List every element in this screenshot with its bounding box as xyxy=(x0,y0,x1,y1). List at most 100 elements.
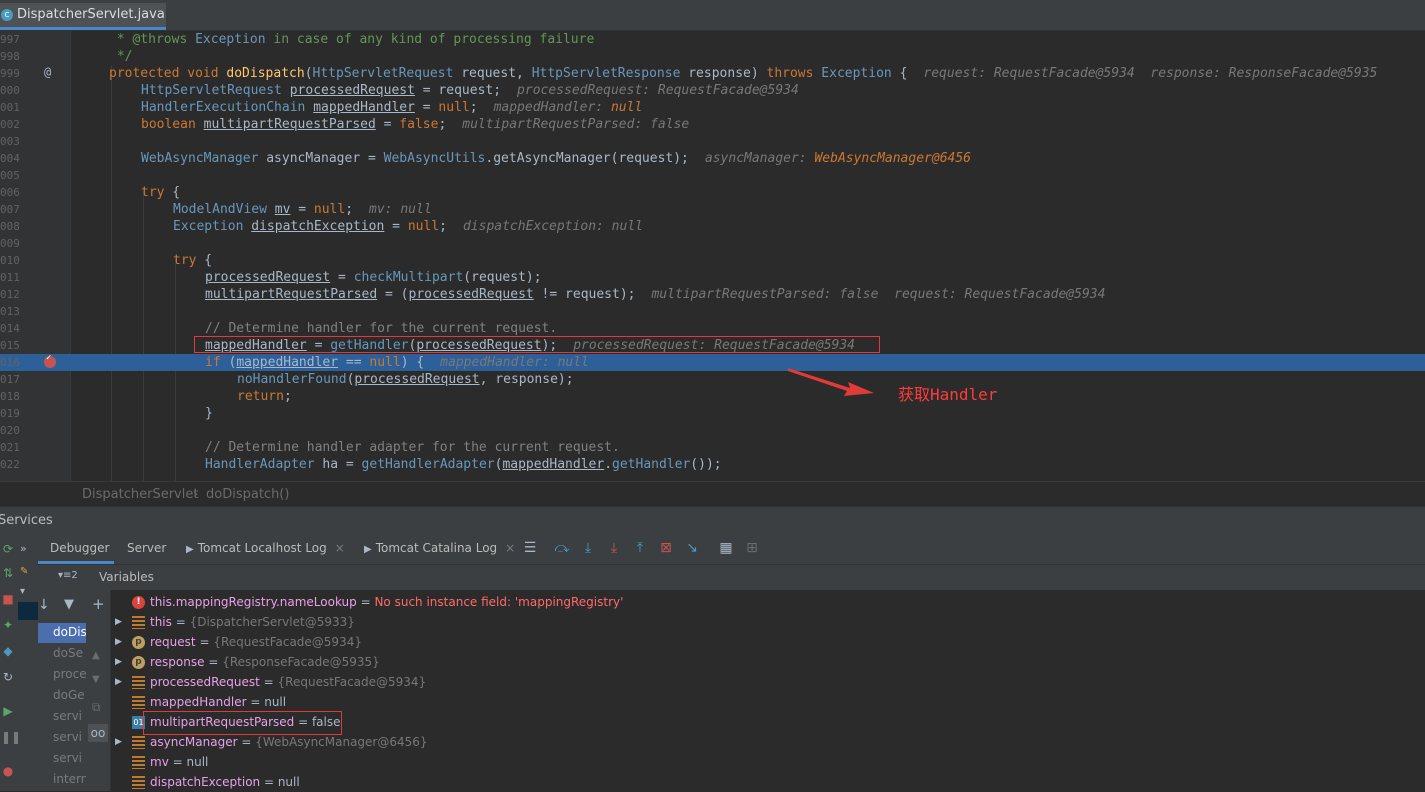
variable-row[interactable]: mappedHandler = null xyxy=(111,692,1425,712)
breadcrumb-class[interactable]: DispatcherServlet xyxy=(82,487,198,502)
line-number[interactable]: 002 xyxy=(0,116,24,133)
line-number[interactable]: 999 xyxy=(0,65,24,82)
filter-icon[interactable]: ▼ xyxy=(64,597,74,612)
pause-icon[interactable]: ❚❚ xyxy=(1,730,21,744)
step-into-icon[interactable]: ⤓ xyxy=(580,540,596,556)
code-line[interactable]: 011 processedRequest = checkMultipart(req… xyxy=(0,269,1425,286)
line-number[interactable]: 016 xyxy=(0,354,24,371)
drop-frame-icon[interactable]: ⊠ xyxy=(658,540,674,556)
variable-row[interactable]: ▶ p request = {RequestFacade@5934} xyxy=(111,632,1425,652)
tree-node-icon[interactable]: ▾ xyxy=(20,586,25,597)
update-icon[interactable]: ⇅ xyxy=(1,566,15,580)
code-line[interactable]: 005 xyxy=(0,167,1425,184)
deploy-icon[interactable]: ◆ xyxy=(1,644,15,658)
add-watch-icon[interactable]: + xyxy=(92,595,105,613)
threads-dropdown[interactable]: ▾≡2 xyxy=(58,570,78,581)
evaluate-expression-icon[interactable]: ▦ xyxy=(718,540,734,556)
variables-list[interactable]: ! this.mappingRegistry.nameLookup = No su… xyxy=(111,590,1425,791)
code-line[interactable]: 014 // Determine handler for the current … xyxy=(0,320,1425,337)
copy-icon[interactable]: ⧉ xyxy=(92,700,101,715)
variable-row[interactable]: ▶ processedRequest = {RequestFacade@5934} xyxy=(111,672,1425,692)
line-number[interactable]: 018 xyxy=(0,388,24,405)
code-line[interactable]: 020 xyxy=(0,422,1425,439)
code-line[interactable]: 004 WebAsyncManager asyncManager = WebAsy… xyxy=(0,150,1425,167)
code-line[interactable]: 999 protected void doDispatch(HttpServlet… xyxy=(0,65,1425,82)
code-line[interactable]: 002 boolean multipartRequestParsed = fals… xyxy=(0,116,1425,133)
line-number[interactable]: 011 xyxy=(0,269,24,286)
line-number[interactable]: 022 xyxy=(0,456,24,473)
line-number[interactable]: 005 xyxy=(0,167,24,184)
code-line[interactable]: 012 multipartRequestParsed = (processedRe… xyxy=(0,286,1425,303)
debug-icon[interactable]: ✦ xyxy=(1,618,15,632)
run-to-cursor-icon[interactable]: ↘ xyxy=(684,540,700,556)
trace-icon[interactable]: ⊞ xyxy=(744,540,760,556)
close-icon[interactable]: × xyxy=(335,541,345,555)
variable-row[interactable]: ▶ asyncManager = {WebAsyncManager@6456} xyxy=(111,732,1425,752)
stack-frame[interactable]: servi xyxy=(38,728,86,748)
variable-row[interactable]: ▶ p response = {ResponseFacade@5935} xyxy=(111,652,1425,672)
view-breakpoints-icon[interactable]: ● xyxy=(1,764,15,778)
line-number[interactable]: 014 xyxy=(0,320,24,337)
expand-arrow-icon[interactable]: ▶ xyxy=(115,732,122,752)
code-line[interactable]: 016 if (mappedHandler == null) {mappedHan… xyxy=(0,354,1425,371)
line-number[interactable]: 006 xyxy=(0,184,24,201)
stack-frame[interactable]: proce xyxy=(38,665,86,685)
code-line[interactable]: 022 HandlerAdapter ha = getHandlerAdapter… xyxy=(0,456,1425,473)
override-marker-icon[interactable]: @ xyxy=(44,65,51,79)
code-line[interactable]: 998 */ xyxy=(0,48,1425,65)
rerun-icon[interactable]: ⟳ xyxy=(1,542,15,556)
breadcrumb-method[interactable]: doDispatch() xyxy=(206,487,289,502)
line-number[interactable]: 004 xyxy=(0,150,24,167)
show-watches-icon[interactable]: oo xyxy=(88,724,108,742)
code-line[interactable]: 006 try { xyxy=(0,184,1425,201)
line-number[interactable]: 021 xyxy=(0,439,24,456)
line-number[interactable]: 001 xyxy=(0,99,24,116)
code-line[interactable]: 017 noHandlerFound(processedRequest, resp… xyxy=(0,371,1425,388)
code-line[interactable]: 003 xyxy=(0,133,1425,150)
stack-frame[interactable]: doGe xyxy=(38,686,86,706)
selected-service-node[interactable] xyxy=(18,602,38,620)
line-number[interactable]: 012 xyxy=(0,286,24,303)
expand-arrow-icon[interactable]: ▶ xyxy=(115,652,122,672)
code-editor[interactable]: 997 * @throws Exception in case of any k… xyxy=(0,31,1425,481)
stack-frame[interactable]: servi xyxy=(38,749,86,769)
expand-arrow-icon[interactable]: ▶ xyxy=(115,612,122,632)
tab-tomcat-catalina-log[interactable]: ▶ Tomcat Catalina Log × xyxy=(364,541,515,555)
expand-all-icon[interactable]: » xyxy=(20,542,27,555)
stack-frame[interactable]: doDis xyxy=(38,623,86,643)
resume-icon[interactable]: ▶ xyxy=(1,704,15,718)
line-number[interactable]: 009 xyxy=(0,235,24,252)
line-number[interactable]: 010 xyxy=(0,252,24,269)
expand-arrow-icon[interactable]: ▶ xyxy=(115,632,122,652)
code-line[interactable]: 019} xyxy=(0,405,1425,422)
variable-row[interactable]: dispatchException = null xyxy=(111,772,1425,792)
code-line[interactable]: 018 return; xyxy=(0,388,1425,405)
force-step-into-icon[interactable]: ⤓ xyxy=(606,540,622,556)
close-icon[interactable]: × xyxy=(505,541,515,555)
line-number[interactable]: 998 xyxy=(0,48,24,65)
expand-arrow-icon[interactable]: ▶ xyxy=(115,672,122,692)
code-line[interactable]: 007 ModelAndView mv = null; mv: null xyxy=(0,201,1425,218)
code-line[interactable]: 013 xyxy=(0,303,1425,320)
line-number[interactable]: 015 xyxy=(0,337,24,354)
refresh-icon[interactable]: ↻ xyxy=(1,670,15,684)
code-line[interactable]: 001 HandlerExecutionChain mappedHandler =… xyxy=(0,99,1425,116)
tomcat-icon[interactable]: ✎ xyxy=(20,566,28,577)
step-over-icon[interactable]: ⤼ xyxy=(554,540,570,556)
stack-frame[interactable]: doSe xyxy=(38,644,86,664)
line-number[interactable]: 020 xyxy=(0,422,24,439)
code-line[interactable]: 997 * @throws Exception in case of any k… xyxy=(0,31,1425,48)
stop-icon[interactable]: ■ xyxy=(1,592,15,606)
breakpoint-icon[interactable] xyxy=(44,353,56,368)
line-number[interactable]: 003 xyxy=(0,133,24,150)
variable-row[interactable]: ▶ this = {DispatcherServlet@5933} xyxy=(111,612,1425,632)
line-number[interactable]: 017 xyxy=(0,371,24,388)
variable-row[interactable]: mv = null xyxy=(111,752,1425,772)
code-line[interactable]: 008 Exception dispatchException = null; di… xyxy=(0,218,1425,235)
move-down-icon[interactable]: ▼ xyxy=(92,674,100,685)
editor-tab-dispatcherservlet[interactable]: c DispatcherServlet.java xyxy=(0,3,166,30)
show-execution-point-icon[interactable]: ☰ xyxy=(522,540,538,556)
tab-server[interactable]: Server xyxy=(127,541,166,555)
code-line[interactable]: 021 // Determine handler adapter for the … xyxy=(0,439,1425,456)
services-tree-strip[interactable]: » ✎ ▾ xyxy=(18,532,38,791)
